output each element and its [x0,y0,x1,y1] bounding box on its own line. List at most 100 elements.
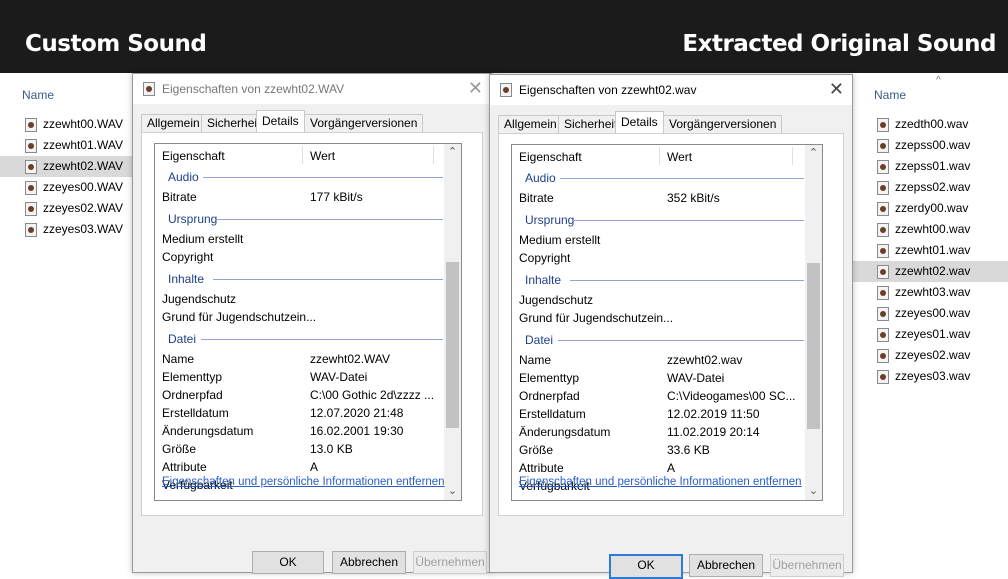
scrollbar-thumb[interactable] [807,263,820,429]
file-item[interactable]: zzewht02.WAV [0,156,132,177]
file-item[interactable]: zzewht00.WAV [0,114,132,135]
close-icon[interactable]: ✕ [468,78,483,98]
group-label: Audio [168,170,199,184]
property-value: A [667,461,676,475]
file-item[interactable]: zzedth00.wav [852,114,1008,135]
property-row-item-type[interactable]: Elementtyp WAV-Datei [512,369,804,387]
file-item[interactable]: zzewht03.wav [852,282,1008,303]
property-row-media-created[interactable]: Medium erstellt [155,230,443,248]
remove-properties-link[interactable]: Eigenschaften und persönliche Informatio… [519,476,802,488]
vertical-scrollbar[interactable]: ⌃ ⌄ [444,144,461,500]
file-name: zzeyes03.wav [895,369,971,383]
property-row-bitrate[interactable]: Bitrate 352 kBit/s [512,189,804,207]
file-item[interactable]: zzeyes03.wav [852,366,1008,387]
group-divider [203,177,443,178]
file-name: zzewht00.wav [895,222,971,236]
file-list: zzewht00.WAV zzewht01.WAV zzewht02.WAV zzey… [0,114,132,240]
file-item[interactable]: zzepss01.wav [852,156,1008,177]
property-row-name[interactable]: Name zzewht02.WAV [155,350,443,368]
grid-header: Eigenschaft Wert [155,144,461,166]
scroll-up-icon[interactable]: ⌃ [805,145,822,162]
tab-details[interactable]: Details [256,110,305,133]
tab-details[interactable]: Details [615,111,664,134]
property-row-parental-rating[interactable]: Jugendschutz [155,290,443,308]
column-divider[interactable] [792,147,793,165]
tab-previous-versions[interactable]: Vorgängerversionen [304,114,424,132]
name-column-header[interactable]: Name [874,88,906,102]
property-row-size[interactable]: Größe 33.6 KB [512,441,804,459]
scroll-down-icon[interactable]: ⌄ [805,483,822,500]
audio-file-icon [877,181,889,195]
property-row-parental-reason[interactable]: Grund für Jugendschutzein... [155,308,443,326]
file-item[interactable]: zzeyes01.wav [852,324,1008,345]
property-value: 33.6 KB [667,443,710,457]
property-grid: Eigenschaft Wert Audio Bitrate 352 kBit/s… [511,144,823,501]
file-item[interactable]: zzepss00.wav [852,135,1008,156]
ok-button[interactable]: OK [609,554,683,579]
cancel-button[interactable]: Abbrechen [689,554,763,577]
tab-previous-versions[interactable]: Vorgängerversionen [663,115,783,133]
file-item[interactable]: zzeyes02.wav [852,345,1008,366]
property-row-date-created[interactable]: Erstelldatum 12.02.2019 11:50 [512,405,804,423]
property-value: 352 kBit/s [667,191,720,205]
audio-file-icon [25,139,37,153]
property-row-attributes[interactable]: Attribute A [155,458,443,476]
file-item[interactable]: zzewht00.wav [852,219,1008,240]
column-divider[interactable] [433,146,434,164]
tab-security[interactable]: Sicherheit [558,115,624,133]
file-name: zzeyes03.WAV [43,222,124,236]
banner-right-label: Extracted Original Sound [682,31,996,57]
group-divider [217,219,443,220]
property-row-date-modified[interactable]: Änderungsdatum 16.02.2001 19:30 [155,422,443,440]
audio-file-icon [877,160,889,174]
file-item[interactable]: zzeyes02.WAV [0,198,132,219]
property-row-media-created[interactable]: Medium erstellt [512,231,804,249]
property-value: C:\Videogames\00 SC... [667,389,796,403]
property-row-folder-path[interactable]: Ordnerpfad C:\00 Gothic 2d\zzzz ... [155,386,443,404]
property-column-header[interactable]: Eigenschaft [162,149,225,163]
file-item[interactable]: zzeyes03.WAV [0,219,132,240]
close-icon[interactable]: ✕ [829,79,844,99]
property-key: Größe [519,443,554,457]
value-column-header[interactable]: Wert [310,149,335,163]
property-row-name[interactable]: Name zzewht02.wav [512,351,804,369]
property-row-parental-reason[interactable]: Grund für Jugendschutzein... [512,309,804,327]
title-bar[interactable]: Eigenschaften von zzewht02.WAV ✕ [133,74,491,104]
group-label: Datei [525,333,554,347]
column-divider[interactable] [302,146,303,164]
property-key: Erstelldatum [519,407,586,421]
property-column-header[interactable]: Eigenschaft [519,150,582,164]
title-bar[interactable]: Eigenschaften von zzewht02.wav ✕ [490,75,852,105]
scrollbar-thumb[interactable] [446,262,459,428]
apply-button[interactable]: Übernehmen [770,554,844,577]
file-item[interactable]: zzepss02.wav [852,177,1008,198]
scroll-down-icon[interactable]: ⌄ [444,483,461,500]
file-item[interactable]: zzeyes00.WAV [0,177,132,198]
value-column-header[interactable]: Wert [667,150,692,164]
tab-general[interactable]: Allgemein [498,115,563,133]
file-item[interactable]: zzewht01.WAV [0,135,132,156]
file-item[interactable]: zzewht02.wav [852,261,1008,282]
file-item[interactable]: zzerdy00.wav [852,198,1008,219]
property-row-date-created[interactable]: Erstelldatum 12.07.2020 21:48 [155,404,443,422]
property-row-attributes[interactable]: Attribute A [512,459,804,477]
file-item[interactable]: zzewht01.wav [852,240,1008,261]
scroll-up-icon[interactable]: ⌃ [444,144,461,161]
property-row-size[interactable]: Größe 13.0 KB [155,440,443,458]
file-item[interactable]: zzeyes00.wav [852,303,1008,324]
name-column-header[interactable]: Name [22,88,54,102]
property-row-copyright[interactable]: Copyright [512,249,804,267]
property-row-parental-rating[interactable]: Jugendschutz [512,291,804,309]
property-row-bitrate[interactable]: Bitrate 177 kBit/s [155,188,443,206]
property-row-copyright[interactable]: Copyright [155,248,443,266]
group-content: Inhalte [512,269,804,291]
remove-properties-link[interactable]: Eigenschaften und persönliche Informatio… [162,476,445,488]
tab-general[interactable]: Allgemein [141,114,206,132]
property-row-item-type[interactable]: Elementtyp WAV-Datei [155,368,443,386]
vertical-scrollbar[interactable]: ⌃ ⌄ [805,145,822,500]
column-divider[interactable] [659,147,660,165]
property-row-date-modified[interactable]: Änderungsdatum 11.02.2019 20:14 [512,423,804,441]
property-row-folder-path[interactable]: Ordnerpfad C:\Videogames\00 SC... [512,387,804,405]
property-rows: Audio Bitrate 352 kBit/s Ursprung Medium … [512,167,804,495]
group-content: Inhalte [155,268,443,290]
